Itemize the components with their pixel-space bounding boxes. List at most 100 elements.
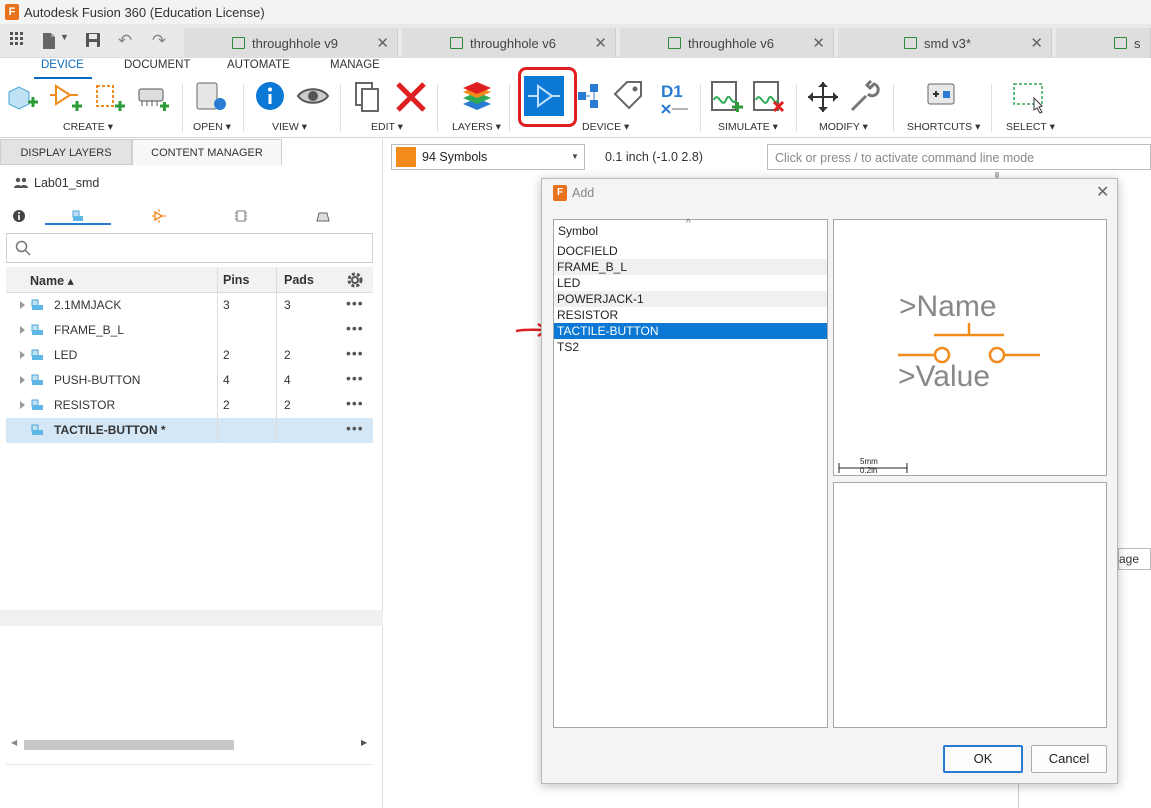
tab-document[interactable]: DOCUMENT — [124, 59, 190, 71]
footprint-filter-icon[interactable] — [234, 209, 248, 223]
list-item[interactable]: POWERJACK-1 — [554, 291, 827, 307]
layers-icon[interactable] — [460, 80, 494, 114]
scroll-left-icon[interactable]: ◀ — [11, 738, 17, 747]
delete-icon[interactable] — [394, 80, 428, 114]
command-line-input[interactable]: Click or press / to activate command lin… — [767, 144, 1151, 170]
tab-device[interactable]: DEVICE — [41, 59, 84, 71]
package-3d-filter-icon[interactable] — [316, 209, 330, 223]
list-item[interactable]: DOCFIELD — [554, 243, 827, 259]
search-input[interactable] — [6, 233, 373, 263]
file-icon[interactable] — [40, 32, 58, 50]
window-select-icon[interactable] — [1012, 80, 1046, 114]
open-group-label[interactable]: OPEN ▾ — [193, 121, 231, 133]
scrollbar-thumb[interactable] — [24, 740, 234, 750]
expand-chevron-icon[interactable] — [20, 351, 25, 359]
table-row[interactable]: LED 2 2 ••• — [6, 343, 373, 368]
app-grid-icon[interactable] — [8, 32, 26, 50]
list-item[interactable]: RESISTOR — [554, 307, 827, 323]
expand-chevron-icon[interactable] — [20, 376, 25, 384]
shortcuts-icon[interactable] — [924, 80, 958, 114]
copy-icon[interactable] — [352, 80, 386, 114]
table-row[interactable]: FRAME_B_L ••• — [6, 318, 373, 343]
undo-icon[interactable]: ↶ — [116, 32, 134, 50]
connect-icon[interactable] — [576, 80, 610, 114]
new-symbol-icon[interactable] — [50, 80, 84, 114]
column-divider — [217, 267, 218, 293]
list-item[interactable]: LED — [554, 275, 827, 291]
expand-chevron-icon[interactable] — [20, 326, 25, 334]
more-options-icon[interactable]: ••• — [346, 420, 364, 436]
more-options-icon[interactable]: ••• — [346, 370, 364, 386]
close-icon[interactable]: ✕ — [376, 34, 389, 52]
device-filter-icon[interactable] — [71, 209, 85, 223]
info-icon[interactable] — [254, 80, 288, 114]
wrench-icon[interactable] — [848, 79, 882, 114]
doc-tab-5[interactable]: s — [1056, 28, 1151, 58]
new-device-icon[interactable] — [93, 80, 127, 114]
new-package-icon[interactable] — [6, 80, 40, 114]
close-icon[interactable]: ✕ — [1030, 34, 1043, 52]
device-group-label[interactable]: DEVICE ▾ — [582, 121, 629, 133]
cancel-button[interactable]: Cancel — [1031, 745, 1107, 773]
new-3d-package-icon[interactable] — [136, 80, 170, 114]
file-dropdown-chevron-icon[interactable]: ▼ — [60, 32, 69, 42]
ok-button[interactable]: OK — [943, 745, 1023, 773]
add-symbol-icon[interactable] — [524, 76, 564, 116]
doc-tab-1[interactable]: throughhole v9 ✕ — [184, 28, 398, 58]
tab-content-manager[interactable]: CONTENT MANAGER — [132, 139, 282, 165]
device-name-label[interactable]: D1 — [661, 82, 683, 102]
list-item-selected[interactable]: TACTILE-BUTTON — [554, 323, 827, 339]
create-group-label[interactable]: CREATE ▾ — [63, 121, 113, 133]
doc-tab-4[interactable]: smd v3* ✕ — [838, 28, 1052, 58]
simulate-group-label[interactable]: SIMULATE ▾ — [718, 121, 778, 133]
table-row[interactable]: RESISTOR 2 2 ••• — [6, 393, 373, 418]
close-icon[interactable]: ✕ — [812, 34, 825, 52]
table-row[interactable]: PUSH-BUTTON 4 4 ••• — [6, 368, 373, 393]
more-options-icon[interactable]: ••• — [346, 295, 364, 311]
column-header-pads[interactable]: Pads — [284, 273, 314, 287]
gear-icon[interactable] — [346, 271, 364, 289]
layer-select[interactable]: 94 Symbols ▼ — [391, 144, 585, 170]
attributes-tag-icon[interactable] — [612, 80, 646, 114]
view-group-label[interactable]: VIEW ▾ — [272, 121, 307, 133]
save-icon[interactable] — [84, 32, 102, 50]
open-library-icon[interactable] — [194, 80, 228, 114]
close-icon[interactable]: ✕ — [594, 34, 607, 52]
tab-automate[interactable]: AUTOMATE — [227, 59, 290, 71]
edit-group-label[interactable]: EDIT ▾ — [371, 121, 403, 133]
row-pads: 2 — [284, 398, 291, 412]
shortcuts-group-label[interactable]: SHORTCUTS ▾ — [907, 121, 980, 133]
fusion-app-icon: F — [5, 4, 19, 20]
eye-icon[interactable] — [296, 80, 330, 114]
canvas-tab[interactable]: age — [1118, 548, 1151, 570]
remove-spice-model-icon[interactable] — [752, 80, 786, 114]
close-icon[interactable]: ✕ — [1096, 182, 1109, 202]
more-options-icon[interactable]: ••• — [346, 320, 364, 336]
tab-display-layers[interactable]: DISPLAY LAYERS — [0, 139, 132, 165]
layers-group-label[interactable]: LAYERS ▾ — [452, 121, 501, 133]
expand-chevron-icon[interactable] — [20, 401, 25, 409]
table-row[interactable]: 2.1MMJACK 3 3 ••• — [6, 293, 373, 318]
list-item[interactable]: TS2 — [554, 339, 827, 355]
doc-tab-2[interactable]: throughhole v6 ✕ — [402, 28, 616, 58]
modify-group-label[interactable]: MODIFY ▾ — [819, 121, 868, 133]
tab-manage[interactable]: MANAGE — [330, 59, 380, 71]
column-header-name[interactable]: Name ▴ — [30, 273, 74, 288]
doc-tab-3[interactable]: throughhole v6 ✕ — [620, 28, 834, 58]
move-icon[interactable] — [806, 80, 840, 114]
info-icon[interactable] — [12, 209, 26, 223]
table-row-selected[interactable]: TACTILE-BUTTON * ••• — [6, 418, 373, 443]
doc-tab-label: throughhole v6 — [688, 36, 775, 51]
row-name: LED — [54, 348, 78, 362]
select-group-label[interactable]: SELECT ▾ — [1006, 121, 1055, 133]
redo-icon[interactable]: ↷ — [150, 32, 168, 50]
symbol-column-header[interactable]: Symbol — [558, 224, 598, 238]
scroll-right-icon[interactable]: ▶ — [361, 738, 367, 747]
list-item[interactable]: FRAME_B_L — [554, 259, 827, 275]
more-options-icon[interactable]: ••• — [346, 395, 364, 411]
add-spice-model-icon[interactable] — [710, 80, 744, 114]
column-header-pins[interactable]: Pins — [223, 273, 249, 287]
symbol-filter-icon[interactable] — [152, 209, 166, 223]
more-options-icon[interactable]: ••• — [346, 345, 364, 361]
expand-chevron-icon[interactable] — [20, 301, 25, 309]
